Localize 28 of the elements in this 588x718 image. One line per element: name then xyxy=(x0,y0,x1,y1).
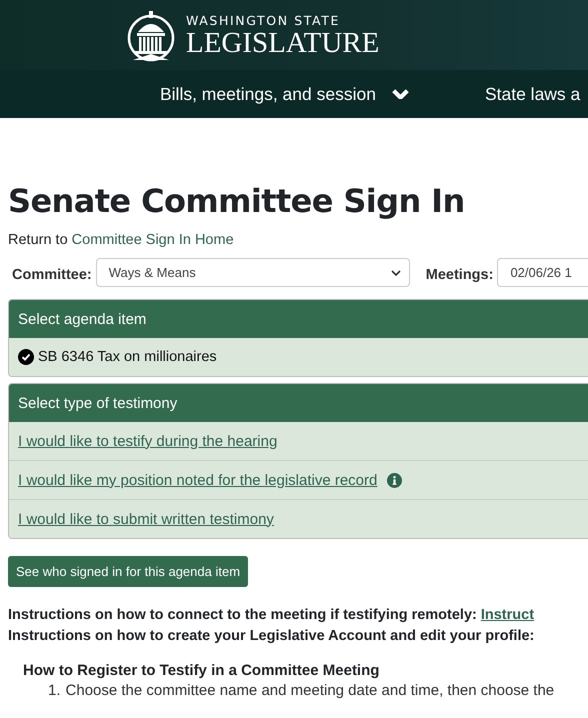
testimony-option-link[interactable]: I would like my position noted for the legislative record xyxy=(18,472,378,488)
instructions-text: Instructions on how to create your Legislative Account and edit your profile: xyxy=(8,628,534,644)
step-text: Choose the committee name and meeting date and time, then choose the xyxy=(66,682,554,699)
filter-select[interactable]: Ways & Means xyxy=(96,258,410,287)
agenda-item[interactable]: SB 6346 Tax on millionaires xyxy=(18,349,217,365)
logo-text: LEGISLATURE xyxy=(186,28,380,58)
return-text: Return to xyxy=(8,232,68,248)
info-icon[interactable] xyxy=(387,472,402,488)
logo-text: WASHINGTON STATE xyxy=(186,12,341,28)
instructions-text: Instructions on how to connect to the meeting if testifying remotely: xyxy=(8,607,477,623)
step-number: 1. xyxy=(48,682,61,699)
chevron-down-icon xyxy=(392,88,409,100)
home-link[interactable]: Committee Sign In Home xyxy=(72,232,234,248)
page-title: Senate Committee Sign In xyxy=(8,182,466,220)
filter-label: Committee: xyxy=(12,266,92,282)
signed-in-button[interactable]: See who signed in for this agenda item xyxy=(8,556,248,587)
chevron-down-icon xyxy=(390,270,401,276)
nav-link[interactable]: Bills, meetings, and session xyxy=(160,84,409,104)
nav-link[interactable]: State laws a xyxy=(484,84,580,104)
section-heading: How to Register to Testify in a Committee Meeting xyxy=(23,662,380,679)
card-header: Select agenda item xyxy=(9,300,588,338)
instructions-link[interactable]: Instruct xyxy=(480,607,534,623)
filter-label: Meetings: xyxy=(426,266,494,282)
testimony-option-link[interactable]: I would like to testify during the hearing xyxy=(18,432,278,450)
card-header: Select type of testimony xyxy=(9,384,588,422)
testimony-option-link[interactable]: I would like to submit written testimony xyxy=(18,510,274,528)
check-circle-icon xyxy=(18,349,34,365)
filter-select[interactable]: 02/06/26 1 xyxy=(497,258,588,287)
